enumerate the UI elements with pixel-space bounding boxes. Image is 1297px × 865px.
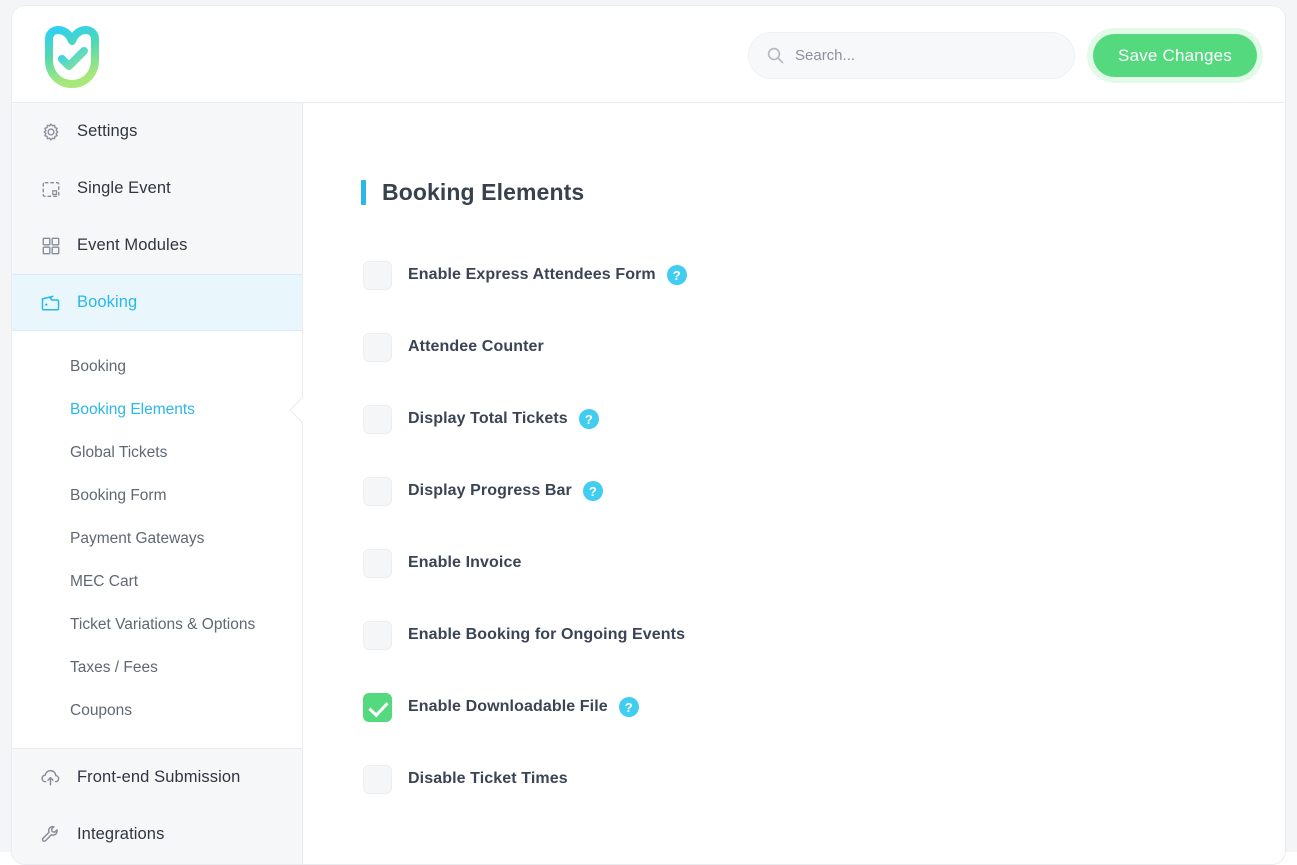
submenu-item-label: Booking: [70, 357, 127, 375]
content-panel: Booking Elements Enable Express Attendee…: [303, 103, 1285, 864]
checkbox-display-progress-bar[interactable]: [363, 476, 392, 506]
mec-shield-check-logo: [39, 19, 105, 89]
help-icon[interactable]: ?: [578, 409, 599, 429]
app-page: Save Changes Settings: [0, 0, 1297, 865]
sidebar-item-label: Integrations: [77, 825, 165, 843]
save-changes-button[interactable]: Save Changes: [1093, 34, 1257, 77]
option-label: Disable Ticket Times: [408, 770, 568, 787]
submenu-item-label: Global Tickets: [70, 443, 168, 461]
option-row: Enable Booking for Ongoing Events: [363, 599, 1285, 671]
sidebar-submenu-booking: Booking Booking Elements Global Tickets …: [12, 331, 315, 749]
sidebar-item-label: Settings: [77, 122, 138, 140]
option-row: Display Progress Bar ?: [363, 455, 1285, 527]
submenu-item-label: Payment Gateways: [70, 529, 205, 547]
search-input[interactable]: [795, 47, 1056, 64]
checkbox-enable-express-attendees-form[interactable]: [363, 260, 392, 290]
booking-elements-options: Enable Express Attendees Form ? Attendee…: [363, 239, 1285, 815]
submenu-item-mec-cart[interactable]: MEC Cart: [12, 560, 302, 603]
page-title: Booking Elements: [361, 179, 1285, 206]
submenu-item-coupons[interactable]: Coupons: [12, 689, 302, 732]
checkbox-disable-ticket-times[interactable]: [363, 764, 392, 794]
calendar-icon: [40, 178, 61, 199]
submenu-item-label: Booking Elements: [70, 400, 195, 418]
checkbox-enable-invoice[interactable]: [363, 548, 392, 578]
option-label: Enable Downloadable File: [408, 698, 608, 715]
option-label: Display Progress Bar: [408, 482, 572, 499]
submenu-item-global-tickets[interactable]: Global Tickets: [12, 431, 302, 474]
option-row: Enable Invoice: [363, 527, 1285, 599]
folder-icon: [40, 292, 61, 313]
app-card: Save Changes Settings: [11, 5, 1286, 865]
option-label: Enable Invoice: [408, 554, 522, 571]
title-accent-bar: [361, 180, 366, 205]
sidebar-item-label: Single Event: [77, 179, 171, 197]
help-icon[interactable]: ?: [666, 265, 687, 285]
submenu-item-label: Coupons: [70, 701, 133, 719]
checkbox-enable-downloadable-file[interactable]: [363, 692, 392, 722]
submenu-item-label: Taxes / Fees: [70, 658, 158, 676]
cloud-upload-icon: [40, 767, 61, 788]
submenu-item-taxes-fees[interactable]: Taxes / Fees: [12, 646, 302, 689]
option-row: Enable Express Attendees Form ?: [363, 239, 1285, 311]
option-row: Display Total Tickets ?: [363, 383, 1285, 455]
search-box[interactable]: [748, 32, 1075, 79]
help-icon[interactable]: ?: [618, 697, 639, 717]
app-body: Settings Single Event Event Modules Book…: [12, 103, 1285, 864]
sidebar-item-integrations[interactable]: Integrations: [12, 806, 302, 863]
sidebar-item-label: Booking: [77, 293, 138, 311]
sidebar-item-settings[interactable]: Settings: [12, 103, 302, 160]
search-icon: [767, 47, 784, 64]
sidebar-item-event-modules[interactable]: Event Modules: [12, 217, 302, 274]
option-label: Attendee Counter: [408, 338, 544, 355]
sidebar-item-booking[interactable]: Booking: [12, 274, 302, 331]
wrench-icon: [40, 824, 61, 845]
sidebar-item-front-end-submission[interactable]: Front-end Submission: [12, 749, 302, 806]
help-icon[interactable]: ?: [582, 481, 603, 501]
submenu-item-payment-gateways[interactable]: Payment Gateways: [12, 517, 302, 560]
app-header: Save Changes: [12, 6, 1285, 103]
option-label: Enable Booking for Ongoing Events: [408, 626, 686, 643]
checkbox-attendee-counter[interactable]: [363, 332, 392, 362]
submenu-item-label: Ticket Variations & Options: [70, 615, 256, 633]
option-row: Disable Ticket Times: [363, 743, 1285, 815]
gear-icon: [40, 121, 61, 142]
option-row: Enable Downloadable File ?: [363, 671, 1285, 743]
submenu-item-label: MEC Cart: [70, 572, 139, 590]
option-row: Attendee Counter: [363, 311, 1285, 383]
submenu-item-label: Booking Form: [70, 486, 167, 504]
sidebar-item-label: Front-end Submission: [77, 768, 241, 786]
grid-icon: [40, 235, 61, 256]
option-label: Enable Express Attendees Form: [408, 266, 656, 283]
page-title-text: Booking Elements: [382, 179, 585, 205]
submenu-item-booking-elements[interactable]: Booking Elements: [12, 388, 315, 431]
sidebar-item-label: Event Modules: [77, 236, 188, 254]
option-label: Display Total Tickets: [408, 410, 568, 427]
submenu-item-booking-form[interactable]: Booking Form: [12, 474, 302, 517]
submenu-item-ticket-variations-options[interactable]: Ticket Variations & Options: [12, 603, 302, 646]
submenu-item-booking[interactable]: Booking: [12, 345, 302, 388]
checkbox-display-total-tickets[interactable]: [363, 404, 392, 434]
checkbox-enable-booking-for-ongoing-events[interactable]: [363, 620, 392, 650]
sidebar-item-single-event[interactable]: Single Event: [12, 160, 302, 217]
sidebar: Settings Single Event Event Modules Book…: [12, 103, 315, 864]
sidebar-bottom-group: Front-end Submission Integrations: [12, 749, 302, 863]
